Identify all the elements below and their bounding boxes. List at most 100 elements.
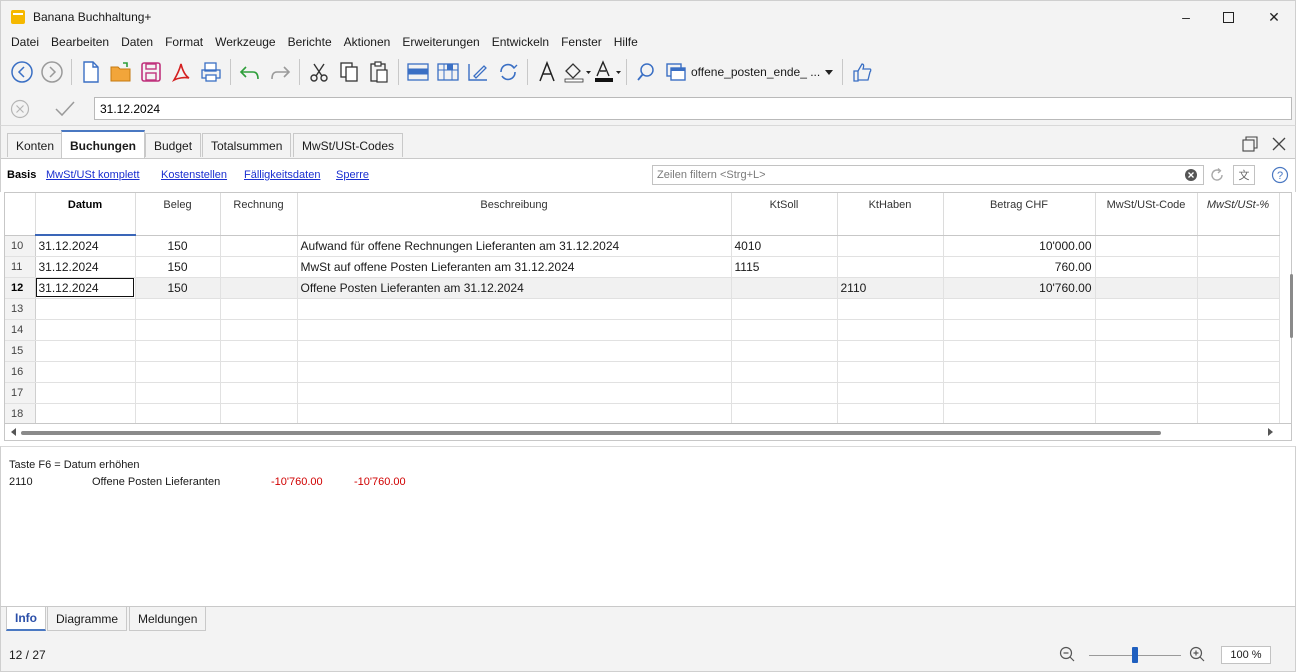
menu-aktionen[interactable]: Aktionen [338,32,397,52]
tab-info[interactable]: Info [6,607,46,631]
column-header-mwst-code[interactable]: MwSt/USt-Code [1095,193,1198,236]
cell-mwst-pct[interactable] [1197,382,1280,404]
cell-datum[interactable]: 31.12.2024 [35,256,136,278]
cell-kthaben[interactable] [837,382,944,404]
cell-mwst-pct[interactable] [1197,403,1280,423]
cell-beschreibung[interactable] [297,319,732,341]
maximize-icon[interactable] [1205,1,1251,33]
menu-werkzeuge[interactable]: Werkzeuge [209,32,281,52]
cell-beleg[interactable] [135,319,221,341]
cell-beleg[interactable]: 150 [135,277,221,299]
cell-rechnung[interactable] [220,361,298,383]
close-pane-icon[interactable] [1271,136,1287,152]
cell-datum[interactable] [35,382,136,404]
help-icon[interactable]: ? [1271,166,1289,184]
insert-rows-icon[interactable] [403,57,433,87]
cell-kthaben[interactable] [837,403,944,423]
recalculate-icon[interactable] [493,57,523,87]
cell-rechnung[interactable] [220,340,298,362]
cell-mwst-code[interactable] [1095,340,1198,362]
refresh-filter-icon[interactable] [1209,167,1225,183]
menu-erweiterungen[interactable]: Erweiterungen [396,32,485,52]
cell-mwst-code[interactable] [1095,256,1198,278]
tab-mwst-codes[interactable]: MwSt/USt-Codes [293,133,404,157]
text-color-icon[interactable] [592,57,622,87]
cell-beschreibung[interactable]: Aufwand für offene Rechnungen Lieferante… [297,235,732,257]
row-number[interactable]: 18 [5,403,36,423]
cell-mwst-pct[interactable] [1197,298,1280,320]
row-number[interactable]: 12 [5,277,36,299]
cell-beschreibung[interactable] [297,298,732,320]
menu-daten[interactable]: Daten [115,32,159,52]
column-header-beleg[interactable]: Beleg [135,193,221,236]
cell-beleg[interactable] [135,340,221,362]
cell-edit-field[interactable] [94,97,1292,120]
cell-betrag[interactable] [943,403,1096,423]
cell-beleg[interactable] [135,382,221,404]
new-file-icon[interactable] [76,57,106,87]
cell-kthaben[interactable] [837,256,944,278]
view-kostenstellen[interactable]: Kostenstellen [161,169,227,181]
column-header-rechnung[interactable]: Rechnung [220,193,298,236]
view-mwst-komplett[interactable]: MwSt/USt komplett [46,169,140,181]
cell-ktsoll[interactable]: 1115 [731,256,838,278]
cell-beschreibung[interactable] [297,361,732,383]
back-icon[interactable] [7,57,37,87]
cell-rechnung[interactable] [220,298,298,320]
cell-datum[interactable]: 31.12.2024 [35,235,136,257]
cell-kthaben[interactable] [837,235,944,257]
zoom-in-icon[interactable] [1189,646,1205,662]
cell-mwst-pct[interactable] [1197,361,1280,383]
horizontal-scrollbar[interactable] [4,424,1292,441]
cell-beleg[interactable] [135,361,221,383]
confirm-edit-icon[interactable] [53,99,77,119]
cell-beschreibung[interactable]: Offene Posten Lieferanten am 31.12.2024 [297,277,732,299]
tab-konten[interactable]: Konten [7,133,64,157]
cell-mwst-code[interactable] [1095,277,1198,299]
cell-beschreibung[interactable] [297,403,732,423]
cell-datum-selected[interactable]: 31.12.2024 [35,277,136,299]
column-header-beschreibung[interactable]: Beschreibung [297,193,732,236]
view-basis[interactable]: Basis [7,169,36,181]
cell-rechnung[interactable] [220,235,298,257]
font-icon[interactable] [532,57,562,87]
cell-betrag[interactable] [943,340,1096,362]
view-sperre[interactable]: Sperre [336,169,369,181]
cell-kthaben[interactable] [837,340,944,362]
cell-beschreibung[interactable] [297,340,732,362]
table-row[interactable]: 17 [5,382,1280,404]
cell-betrag[interactable]: 10'000.00 [943,235,1096,257]
menu-berichte[interactable]: Berichte [282,32,338,52]
menu-hilfe[interactable]: Hilfe [608,32,644,52]
cell-mwst-code[interactable] [1095,361,1198,383]
cell-datum[interactable] [35,361,136,383]
cell-betrag[interactable]: 760.00 [943,256,1096,278]
scroll-left-icon[interactable] [9,427,17,437]
cell-betrag[interactable] [943,319,1096,341]
menu-datei[interactable]: Datei [5,32,45,52]
filter-rows-input[interactable] [652,165,1204,185]
save-icon[interactable] [136,57,166,87]
cell-rechnung[interactable] [220,277,298,299]
cell-datum[interactable] [35,319,136,341]
column-header-ktsoll[interactable]: KtSoll [731,193,838,236]
cell-datum[interactable] [35,403,136,423]
close-window-icon[interactable]: ✕ [1251,1,1296,33]
table-row[interactable]: 16 [5,361,1280,383]
clear-filter-icon[interactable] [1184,168,1198,182]
cell-ktsoll[interactable] [731,340,838,362]
cell-beleg[interactable] [135,403,221,423]
cell-betrag[interactable] [943,382,1096,404]
tab-totalsummen[interactable]: Totalsummen [202,133,292,157]
column-header-betrag[interactable]: Betrag CHF [943,193,1096,236]
cell-ktsoll[interactable] [731,403,838,423]
row-number[interactable]: 10 [5,235,36,257]
undo-icon[interactable] [235,57,265,87]
cell-mwst-pct[interactable] [1197,235,1280,257]
row-number[interactable]: 16 [5,361,36,383]
cell-mwst-pct[interactable] [1197,256,1280,278]
tab-buchungen[interactable]: Buchungen [61,130,145,159]
row-number[interactable]: 17 [5,382,36,404]
table-row[interactable]: 11 31.12.2024 150 MwSt auf offene Posten… [5,256,1280,278]
cancel-edit-icon[interactable] [10,99,30,119]
